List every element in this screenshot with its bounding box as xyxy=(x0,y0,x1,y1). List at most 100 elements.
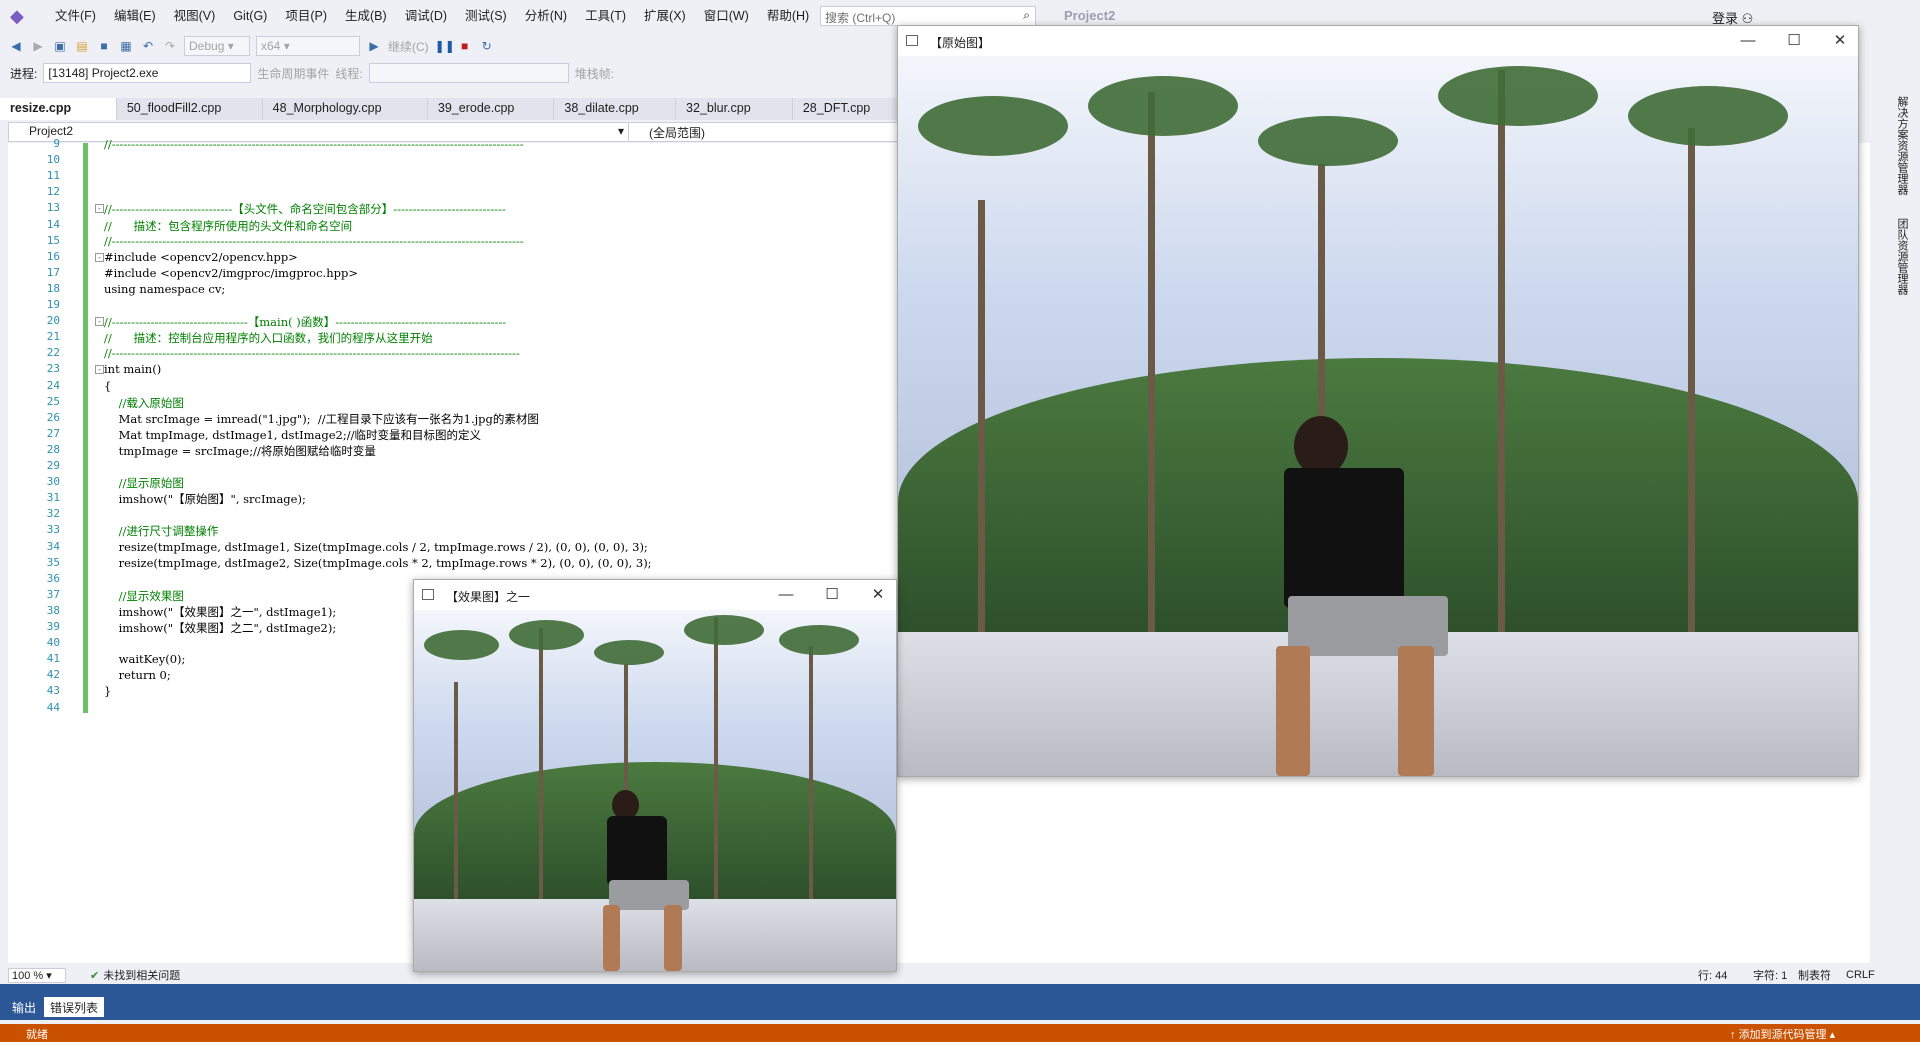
code-line[interactable]: //--------------------------------------… xyxy=(104,234,524,248)
back-icon[interactable]: ◀ xyxy=(8,38,24,54)
fold-toggle-icon[interactable]: - xyxy=(95,252,104,262)
minimize-icon[interactable]: — xyxy=(1738,31,1758,51)
document-tab[interactable]: 48_Morphology.cpp xyxy=(262,98,428,120)
code-line[interactable]: imshow("【效果图】之一", dstImage1); xyxy=(104,604,337,620)
redo-icon[interactable]: ↷ xyxy=(162,38,178,54)
menu-item[interactable]: 文件(F) xyxy=(46,0,105,32)
thread-label: 线程: xyxy=(335,66,363,81)
menu-item[interactable]: 窗口(W) xyxy=(695,0,758,32)
maximize-icon[interactable]: ☐ xyxy=(822,585,842,605)
pause-icon[interactable]: ❚❚ xyxy=(435,38,455,54)
window-title-bar[interactable]: 【原始图】 — ☐ ✕ xyxy=(898,26,1858,56)
menu-item[interactable]: 项目(P) xyxy=(276,0,336,32)
tab-output[interactable]: 输出 xyxy=(6,997,42,1017)
fold-toggle-icon[interactable]: - xyxy=(95,204,104,214)
code-line[interactable]: } xyxy=(104,684,111,698)
result-image-window[interactable]: 【效果图】之一 — ☐ ✕ xyxy=(413,579,897,972)
document-tab[interactable]: 39_erode.cpp xyxy=(427,98,555,120)
document-tab[interactable]: 38_dilate.cpp xyxy=(554,98,677,120)
line-number: 44 xyxy=(46,700,60,714)
line-number: 36 xyxy=(46,571,60,585)
code-line[interactable]: return 0; xyxy=(104,668,171,682)
code-line[interactable]: imshow("【效果图】之二", dstImage2); xyxy=(104,620,337,636)
menu-item[interactable]: 编辑(E) xyxy=(105,0,165,32)
menu-item[interactable]: 测试(S) xyxy=(456,0,516,32)
menu-item[interactable]: 生成(B) xyxy=(336,0,396,32)
menu-item[interactable]: 分析(N) xyxy=(516,0,576,32)
stop-icon[interactable]: ■ xyxy=(457,38,473,54)
tabs-indicator[interactable]: 制表符 xyxy=(1798,967,1831,983)
code-line[interactable]: #include <opencv2/imgproc/imgproc.hpp> xyxy=(104,266,358,280)
open-file-icon[interactable]: ▤ xyxy=(74,38,90,54)
platform-select[interactable]: x64 ▾ xyxy=(256,36,360,56)
undo-icon[interactable]: ↶ xyxy=(140,38,156,54)
eol-indicator[interactable]: CRLF xyxy=(1846,969,1875,981)
document-tab[interactable]: 50_floodFill2.cpp xyxy=(116,98,263,120)
code-line[interactable]: // 描述：控制台应用程序的入口函数，我们的程序从这里开始 xyxy=(104,330,433,346)
code-line[interactable]: //-----------------------------------【ma… xyxy=(104,314,506,330)
close-icon[interactable]: ✕ xyxy=(1830,31,1850,51)
menu-item[interactable]: 视图(V) xyxy=(165,0,225,32)
code-line[interactable]: //--------------------------------------… xyxy=(104,137,524,151)
maximize-icon[interactable]: ☐ xyxy=(1784,31,1804,51)
thread-select[interactable] xyxy=(368,63,569,83)
document-tab[interactable]: 28_DFT.cpp xyxy=(792,98,900,120)
line-number: 26 xyxy=(46,410,60,424)
process-select[interactable]: [13148] Project2.exe xyxy=(43,63,252,83)
continue-icon[interactable]: ▶ xyxy=(366,38,382,54)
continue-button[interactable]: 继续(C) xyxy=(388,38,429,55)
restart-icon[interactable]: ↻ xyxy=(479,38,495,54)
solution-explorer-tab[interactable]: 解决方案资源管理器 xyxy=(1894,96,1910,195)
code-line[interactable]: resize(tmpImage, dstImage1, Size(tmpImag… xyxy=(104,540,648,554)
code-line[interactable]: //进行尺寸调整操作 xyxy=(104,523,219,539)
line-number: 14 xyxy=(46,217,60,231)
document-tab[interactable]: 32_blur.cpp xyxy=(676,98,793,120)
menu-item[interactable]: 工具(T) xyxy=(576,0,635,32)
close-icon[interactable]: ✕ xyxy=(868,585,888,605)
code-line[interactable]: Mat tmpImage, dstImage1, dstImage2;//临时变… xyxy=(104,427,481,443)
code-line[interactable]: //显示效果图 xyxy=(104,588,184,604)
fold-toggle-icon[interactable]: - xyxy=(95,365,104,375)
search-input[interactable]: 搜索 (Ctrl+Q) ⌕ xyxy=(820,6,1036,26)
forward-icon[interactable]: ▶ xyxy=(30,38,46,54)
code-line[interactable]: // 描述：包含程序所使用的头文件和命名空间 xyxy=(104,218,352,234)
line-number: 41 xyxy=(46,652,60,666)
code-line[interactable]: tmpImage = srcImage;//将原始图赋给临时变量 xyxy=(104,443,376,459)
menu-item[interactable]: 调试(D) xyxy=(396,0,456,32)
lifecycle-events-button[interactable]: 生命周期事件 xyxy=(257,65,329,82)
code-line[interactable]: #include <opencv2/opencv.hpp> xyxy=(104,250,298,264)
code-line[interactable]: //载入原始图 xyxy=(104,395,184,411)
team-explorer-tab[interactable]: 团队资源管理器 xyxy=(1894,218,1910,295)
issues-indicator[interactable]: 未找到相关问题 xyxy=(103,967,180,983)
add-source-control-button[interactable]: ↑ 添加到源代码管理 ▴ xyxy=(1730,1026,1835,1042)
code-line[interactable]: //-------------------------------【头文件、命名… xyxy=(104,201,506,217)
window-title-bar[interactable]: 【效果图】之一 — ☐ ✕ xyxy=(414,580,896,610)
menu-item[interactable]: Git(G) xyxy=(224,0,276,32)
line-number: 35 xyxy=(46,555,60,569)
code-line[interactable]: waitKey(0); xyxy=(104,652,186,666)
save-all-icon[interactable]: ▦ xyxy=(118,38,134,54)
fold-toggle-icon[interactable]: - xyxy=(95,317,104,327)
code-line[interactable]: Mat srcImage = imread("1.jpg"); //工程目录下应… xyxy=(104,411,539,427)
source-image-window[interactable]: 【原始图】 — ☐ ✕ xyxy=(897,25,1859,777)
zoom-select[interactable]: 100 % ▾ xyxy=(8,967,66,983)
menu-item[interactable]: 扩展(X) xyxy=(635,0,695,32)
save-icon[interactable]: ■ xyxy=(96,38,112,54)
configuration-select[interactable]: Debug ▾ xyxy=(184,36,250,56)
check-icon: ✔ xyxy=(90,969,100,982)
line-number: 39 xyxy=(46,620,60,633)
minimize-icon[interactable]: — xyxy=(776,585,796,605)
process-label: 进程: xyxy=(10,66,38,81)
code-line[interactable]: imshow("【原始图】", srcImage); xyxy=(104,491,306,507)
code-line[interactable]: //--------------------------------------… xyxy=(104,346,520,360)
code-line[interactable]: { xyxy=(104,379,111,393)
document-tab[interactable]: resize.cpp xyxy=(0,98,117,120)
menu-item[interactable]: 帮助(H) xyxy=(758,0,818,32)
scope-dropdown[interactable]: (全局范围) xyxy=(649,124,705,141)
code-line[interactable]: //显示原始图 xyxy=(104,475,184,491)
code-line[interactable]: resize(tmpImage, dstImage2, Size(tmpImag… xyxy=(104,556,652,570)
new-project-icon[interactable]: ▣ xyxy=(52,38,68,54)
code-line[interactable]: using namespace cv; xyxy=(104,282,225,296)
code-line[interactable]: int main() xyxy=(104,362,161,376)
tab-error-list[interactable]: 错误列表 xyxy=(44,997,105,1017)
